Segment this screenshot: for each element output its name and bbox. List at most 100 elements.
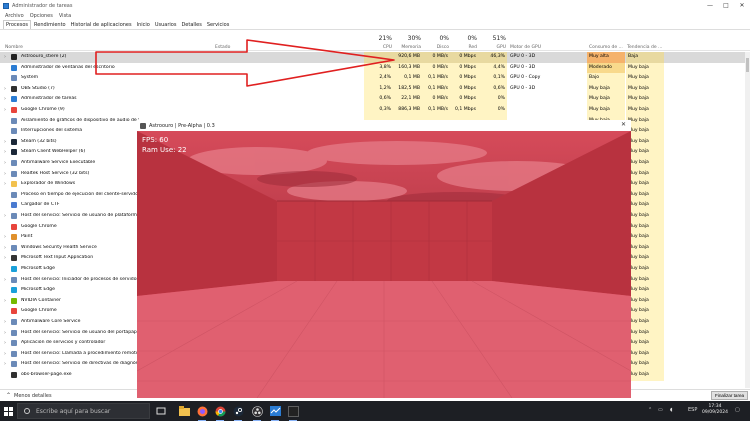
tray-overflow-icon[interactable]: ⌃ (648, 407, 652, 413)
process-icon (11, 350, 17, 357)
process-name: System (21, 75, 39, 81)
obs-icon[interactable] (251, 405, 263, 421)
close-button[interactable]: ✕ (734, 0, 750, 11)
firefox-icon[interactable] (196, 405, 208, 421)
column-cpu[interactable]: 21% CPU (364, 33, 392, 51)
process-name: Cargador de CTF (21, 202, 60, 208)
game-viewport[interactable] (137, 131, 631, 398)
expand-chevron-icon[interactable]: › (4, 298, 8, 304)
expand-chevron-icon[interactable]: › (4, 149, 8, 155)
task-manager-titlebar: Administrador de tareas — □ ✕ (0, 0, 750, 11)
column-network[interactable]: 0% Red (450, 33, 477, 51)
menu-file[interactable]: Archivo (5, 13, 24, 19)
process-power: Muy alta (589, 54, 609, 59)
process-icon (11, 308, 17, 315)
expand-chevron-icon[interactable]: › (4, 245, 8, 251)
tab-services[interactable]: Servicios (205, 21, 231, 29)
process-row[interactable]: Administrador de ventanas del escritorio… (0, 62, 750, 74)
tab-performance[interactable]: Rendimiento (32, 21, 68, 29)
task-view-icon[interactable] (155, 405, 167, 417)
gpu-engine-label: Motor de GPU (510, 45, 541, 50)
clock-date: 09/09/2024 (702, 410, 728, 415)
memory-label: Memoria (401, 45, 421, 50)
process-name: Steam (32 bits) (21, 138, 57, 144)
power-label: Consumo de ... (589, 45, 623, 50)
task-manager-taskbar-icon[interactable] (269, 405, 281, 421)
game-window[interactable]: Astroouro | Pre-Alpha | 0.3 ✕ FPS: 60 Ra… (137, 120, 631, 398)
gpu-total: 51% (492, 35, 506, 42)
tab-app-history[interactable]: Historial de aplicaciones (69, 21, 134, 29)
column-name-label: Nombre (5, 45, 23, 50)
expand-chevron-icon[interactable]: › (4, 54, 8, 60)
expand-chevron-icon[interactable]: › (4, 255, 8, 261)
tab-users[interactable]: Usuarios (153, 21, 179, 29)
process-icon (11, 96, 17, 103)
expand-chevron-icon[interactable]: › (4, 160, 8, 166)
end-task-button[interactable]: Finalizar tarea (711, 391, 749, 400)
window-controls: — □ ✕ (702, 0, 750, 11)
column-disk[interactable]: 0% Disco (422, 33, 449, 51)
process-row[interactable]: › Google Chrome (9) 0,3% 886,3 MB 0,1 MB/s 0,… (0, 105, 750, 116)
expand-chevron-icon[interactable]: › (4, 181, 8, 187)
expand-chevron-icon[interactable]: › (4, 234, 8, 240)
process-name: Paint (21, 234, 33, 240)
maximize-button[interactable]: □ (718, 0, 734, 11)
notifications-icon[interactable]: ▢ (735, 407, 740, 413)
steam-icon[interactable] (232, 405, 244, 421)
process-row[interactable]: System 2,4% 0,1 MB 0,1 MB/s 0 Mbps 0,1% GPU 0 … (0, 73, 750, 84)
column-power[interactable]: Consumo de ... (589, 33, 625, 51)
column-gpu-engine[interactable]: Motor de GPU (510, 33, 580, 51)
expand-chevron-icon[interactable]: › (4, 277, 8, 283)
less-details-toggle[interactable]: ⌃ Menos detalles (6, 392, 52, 399)
expand-chevron-icon[interactable]: › (4, 213, 8, 219)
expand-chevron-icon[interactable]: › (4, 139, 8, 145)
expand-chevron-icon[interactable]: › (4, 171, 8, 177)
game-taskbar-icon[interactable] (287, 405, 299, 421)
column-status[interactable]: Estado (215, 33, 265, 51)
column-memory[interactable]: 30% Memoria (393, 33, 421, 51)
expand-chevron-icon[interactable]: › (4, 86, 8, 92)
expand-chevron-icon[interactable]: › (4, 319, 8, 325)
volume-icon[interactable]: ◖ (670, 407, 673, 413)
menu-view[interactable]: Vista (59, 13, 71, 19)
input-language[interactable]: ESP (688, 407, 697, 413)
process-row[interactable]: › Astroouro_stiere (2) 920,6 MB 0 MB/s 0 Mbp… (0, 52, 750, 63)
menu-options[interactable]: Opciones (30, 13, 53, 19)
tab-details[interactable]: Detalles (179, 21, 203, 29)
expand-chevron-icon[interactable]: › (4, 351, 8, 357)
process-power-trend: Muy baja (628, 372, 649, 377)
expand-chevron-icon[interactable]: › (4, 107, 8, 113)
network-icon[interactable]: ▭ (658, 407, 663, 413)
process-row[interactable]: › Administrador de tareas 0,6% 22,1 MB 0 MB/… (0, 94, 750, 105)
process-row[interactable]: › OBS Studio (7) 1,2% 182,5 MB 0,1 MB/s 0 Mbp… (0, 83, 750, 95)
expand-chevron-icon[interactable]: › (4, 361, 8, 367)
column-name[interactable]: Nombre (5, 33, 125, 51)
scrollbar-thumb[interactable] (746, 58, 749, 72)
process-name: Astroouro_stiere (2) (21, 54, 67, 59)
game-close-button[interactable]: ✕ (621, 121, 626, 128)
process-network: 0 Mbps (459, 75, 476, 81)
tab-processes[interactable]: Procesos (3, 20, 32, 29)
minimize-button[interactable]: — (702, 0, 718, 11)
process-power-trend: Muy baja (628, 117, 649, 123)
column-gpu[interactable]: 51% GPU (478, 33, 506, 51)
process-icon (11, 170, 17, 177)
disk-total: 0% (439, 35, 449, 42)
chrome-icon[interactable] (214, 405, 226, 421)
tab-startup[interactable]: Inicio (135, 21, 152, 29)
process-network: 0 Mbps (459, 85, 476, 91)
expand-chevron-icon[interactable]: › (4, 340, 8, 346)
expand-chevron-icon[interactable]: › (4, 330, 8, 336)
process-power-trend: Muy baja (628, 191, 649, 197)
taskbar-search[interactable]: Escribe aquí para buscar (17, 403, 150, 419)
process-name: Aislamiento de gráficos de dispositivo d… (21, 117, 139, 123)
file-explorer-icon[interactable] (178, 405, 190, 417)
clock[interactable]: 17:34 09/09/2024 (702, 404, 728, 416)
start-button[interactable] (4, 407, 13, 416)
process-power-trend: Muy baja (628, 160, 649, 165)
column-power-trend[interactable]: Tendencia de ... (627, 33, 663, 51)
vertical-scrollbar[interactable] (745, 52, 750, 388)
process-power-trend: Muy baja (628, 287, 649, 293)
expand-chevron-icon[interactable]: › (4, 96, 8, 102)
process-icon (11, 287, 17, 294)
